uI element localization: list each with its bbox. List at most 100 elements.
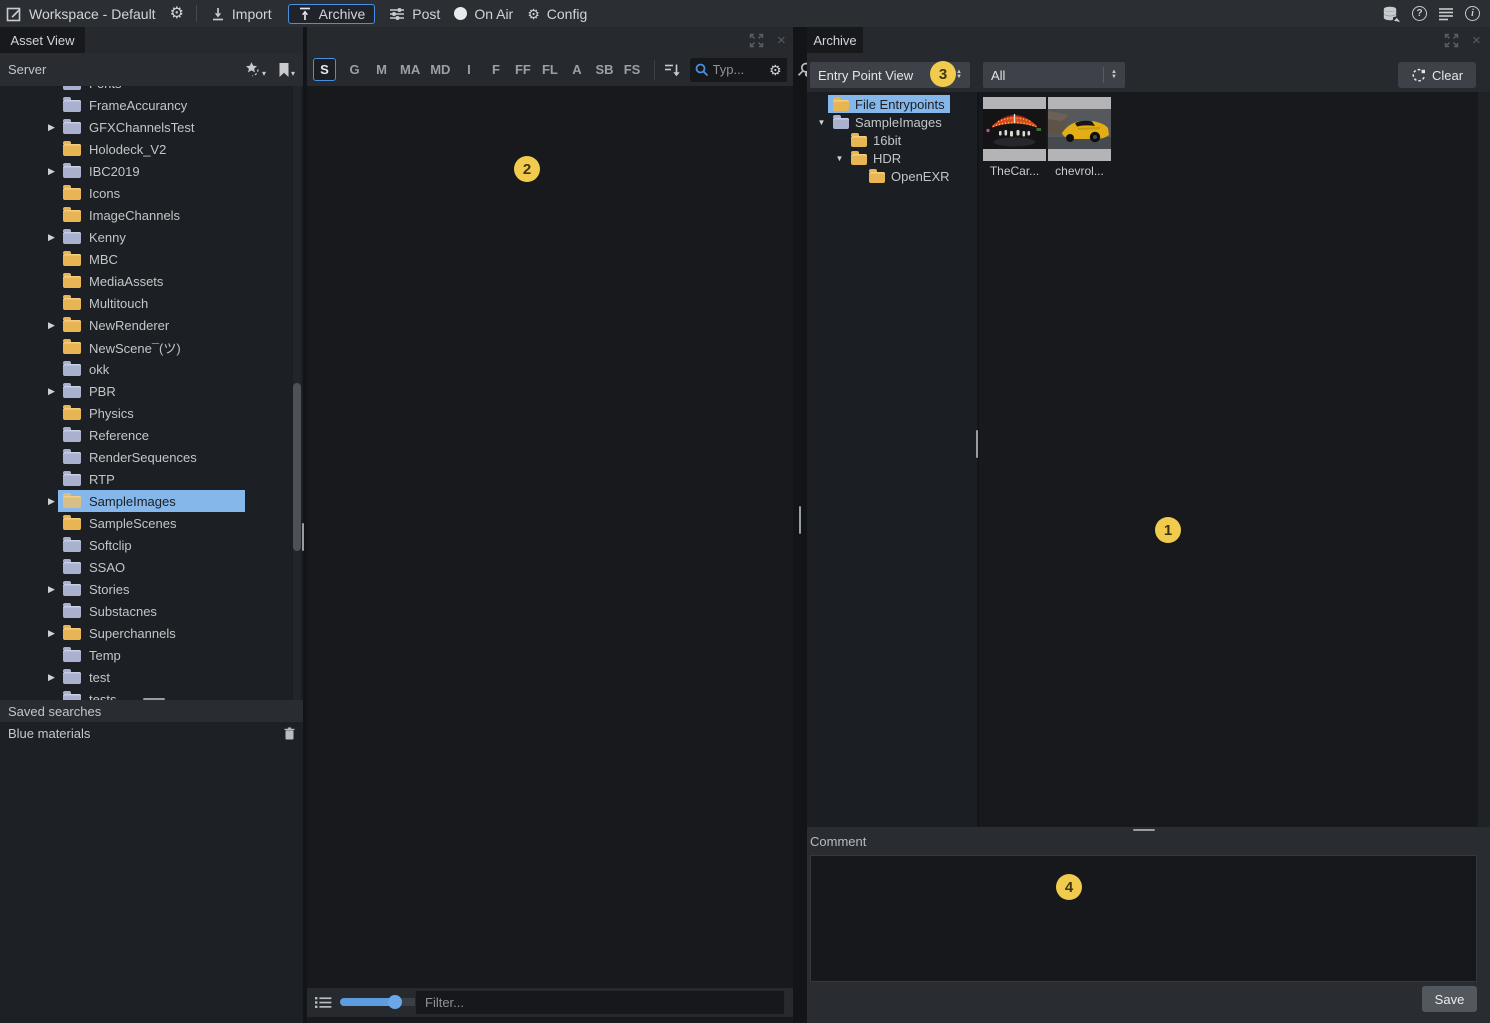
expand-arrow-icon[interactable]: ▼ bbox=[815, 118, 828, 127]
expand-arrow-icon[interactable]: ▶ bbox=[45, 386, 58, 397]
list-view-icon[interactable] bbox=[315, 996, 332, 1009]
expand-arrow-icon[interactable]: ▶ bbox=[45, 320, 58, 331]
server-tree-item-superchannels[interactable]: ▶Superchannels bbox=[0, 622, 303, 644]
close-panel-icon[interactable]: × bbox=[1472, 33, 1481, 48]
maximize-panel-icon[interactable] bbox=[749, 33, 764, 48]
expand-arrow-icon[interactable]: ▶ bbox=[45, 496, 58, 507]
save-button[interactable]: Save bbox=[1422, 986, 1477, 1012]
server-tree-item-newscene-[interactable]: ▶NewScene¯(ツ) bbox=[0, 336, 303, 358]
help-icon[interactable]: ? bbox=[1412, 6, 1427, 21]
filter-button-fl[interactable]: FL bbox=[541, 62, 558, 77]
expand-arrow-icon[interactable]: ▶ bbox=[45, 672, 58, 683]
server-tree-item-fonts[interactable]: ▶Fonts bbox=[0, 86, 303, 94]
server-tree-item-okk[interactable]: ▶okk bbox=[0, 358, 303, 380]
maximize-panel-icon[interactable] bbox=[1444, 33, 1459, 48]
expand-arrow-icon[interactable]: ▶ bbox=[45, 232, 58, 243]
server-tree-item-frameaccurancy[interactable]: ▶FrameAccurancy bbox=[0, 94, 303, 116]
comment-textarea[interactable] bbox=[810, 855, 1477, 982]
comment-label: Comment bbox=[810, 834, 866, 849]
server-tree-item-mbc[interactable]: ▶MBC bbox=[0, 248, 303, 270]
archive-tree-item-hdr[interactable]: ▼HDR bbox=[807, 149, 977, 167]
tab-archive[interactable]: Archive bbox=[807, 27, 863, 53]
server-tree-item-holodeck-v2[interactable]: ▶Holodeck_V2 bbox=[0, 138, 303, 160]
asset-thumbnail-thecarousel[interactable]: TheCar... bbox=[983, 97, 1046, 178]
asset-search-input[interactable] bbox=[713, 62, 765, 77]
archive-tree-item-16bit[interactable]: 16bit bbox=[807, 131, 977, 149]
expand-arrow-icon[interactable]: ▶ bbox=[45, 122, 58, 133]
expand-arrow-icon[interactable]: ▶ bbox=[45, 628, 58, 639]
info-icon[interactable]: i bbox=[1465, 6, 1480, 21]
filter-button-f[interactable]: F bbox=[487, 62, 504, 77]
archive-scroll-gutter[interactable] bbox=[1478, 92, 1490, 827]
folder-icon bbox=[63, 452, 81, 464]
log-lines-icon[interactable] bbox=[1438, 7, 1454, 21]
server-tree-item-icons[interactable]: ▶Icons bbox=[0, 182, 303, 204]
asset-filter-input[interactable] bbox=[415, 990, 785, 1015]
server-tree-item-kenny[interactable]: ▶Kenny bbox=[0, 226, 303, 248]
filter-button-g[interactable]: G bbox=[346, 62, 363, 77]
server-tree-item-pbr[interactable]: ▶PBR bbox=[0, 380, 303, 402]
dropdown-spinner-icon[interactable]: ▲▼ bbox=[1103, 67, 1117, 83]
search-settings-gear-icon[interactable]: ⚙ bbox=[769, 63, 782, 77]
server-tree-item-ssao[interactable]: ▶SSAO bbox=[0, 556, 303, 578]
saved-search-item[interactable]: Blue materials bbox=[0, 722, 303, 744]
filter-button-m[interactable]: M bbox=[373, 62, 390, 77]
bookmark-icon[interactable]: ▾ bbox=[278, 62, 295, 78]
expand-arrow-icon[interactable]: ▶ bbox=[45, 584, 58, 595]
filter-button-fs[interactable]: FS bbox=[624, 62, 641, 77]
archive-tree-item-file-entrypoints[interactable]: File Entrypoints bbox=[807, 95, 977, 113]
server-tree-item-newrenderer[interactable]: ▶NewRenderer bbox=[0, 314, 303, 336]
server-tree-item-sampleimages[interactable]: ▶SampleImages bbox=[0, 490, 303, 512]
server-tree-item-gfxchannelstest[interactable]: ▶GFXChannelsTest bbox=[0, 116, 303, 138]
server-tree-item-samplescenes[interactable]: ▶SampleScenes bbox=[0, 512, 303, 534]
server-tree-item-temp[interactable]: ▶Temp bbox=[0, 644, 303, 666]
filter-button-i[interactable]: I bbox=[460, 62, 477, 77]
config-button[interactable]: ⚙ Config bbox=[527, 6, 587, 22]
server-tree-item-imagechannels[interactable]: ▶ImageChannels bbox=[0, 204, 303, 226]
refresh-favorites-icon[interactable]: ▾ bbox=[243, 61, 266, 78]
expand-arrow-icon[interactable]: ▼ bbox=[833, 154, 846, 163]
tab-asset-view[interactable]: Asset View bbox=[0, 27, 85, 53]
asset-grid-empty-area[interactable] bbox=[307, 86, 793, 988]
server-tree-item-test[interactable]: ▶test bbox=[0, 666, 303, 688]
type-filter-dropdown[interactable]: All ▲▼ bbox=[983, 62, 1125, 88]
left-splitter-grip[interactable] bbox=[302, 523, 304, 551]
workspace-settings-gear-icon[interactable]: ⚙ bbox=[170, 6, 184, 22]
server-tree-item-reference[interactable]: ▶Reference bbox=[0, 424, 303, 446]
server-tree-item-ibc2019[interactable]: ▶IBC2019 bbox=[0, 160, 303, 182]
archive-tree-splitter-grip[interactable] bbox=[976, 430, 978, 458]
clear-button[interactable]: Clear bbox=[1398, 62, 1476, 88]
expand-arrow-icon[interactable]: ▶ bbox=[45, 166, 58, 177]
filter-button-md[interactable]: MD bbox=[430, 62, 450, 77]
sort-descending-icon[interactable] bbox=[664, 63, 681, 77]
slider-knob[interactable] bbox=[388, 995, 402, 1009]
server-tree-item-softclip[interactable]: ▶Softclip bbox=[0, 534, 303, 556]
tree-item-label: SSAO bbox=[89, 560, 125, 575]
server-tree-item-stories[interactable]: ▶Stories bbox=[0, 578, 303, 600]
close-panel-icon[interactable]: × bbox=[777, 33, 786, 48]
server-tree-item-rtp[interactable]: ▶RTP bbox=[0, 468, 303, 490]
server-tree-item-physics[interactable]: ▶Physics bbox=[0, 402, 303, 424]
server-tree-item-mediaassets[interactable]: ▶MediaAssets bbox=[0, 270, 303, 292]
on-air-button[interactable]: On Air bbox=[454, 6, 513, 22]
import-button[interactable]: Import bbox=[211, 6, 272, 22]
server-tree-item-rendersequences[interactable]: ▶RenderSequences bbox=[0, 446, 303, 468]
filter-button-s[interactable]: S bbox=[313, 58, 336, 81]
post-button[interactable]: Post bbox=[389, 6, 440, 22]
asset-thumbnail-chevrolet[interactable]: chevrol... bbox=[1048, 97, 1111, 178]
workspace-menu[interactable]: Workspace - Default bbox=[6, 6, 156, 22]
filter-button-sb[interactable]: SB bbox=[595, 62, 613, 77]
filter-button-ff[interactable]: FF bbox=[514, 62, 531, 77]
delete-trash-icon[interactable] bbox=[284, 727, 295, 740]
filter-button-a[interactable]: A bbox=[568, 62, 585, 77]
database-icon[interactable] bbox=[1382, 6, 1401, 22]
filter-button-ma[interactable]: MA bbox=[400, 62, 420, 77]
archive-tree-item-sampleimages[interactable]: ▼SampleImages bbox=[807, 113, 977, 131]
archive-tree-item-openexr[interactable]: OpenEXR bbox=[807, 167, 977, 185]
right-splitter-grip[interactable] bbox=[799, 506, 801, 534]
server-tree-item-multitouch[interactable]: ▶Multitouch bbox=[0, 292, 303, 314]
server-tree-scrollbar-thumb[interactable] bbox=[293, 383, 301, 551]
comment-splitter-grip[interactable] bbox=[1133, 829, 1155, 831]
archive-button[interactable]: Archive bbox=[288, 4, 376, 24]
server-tree-item-substacnes[interactable]: ▶Substacnes bbox=[0, 600, 303, 622]
